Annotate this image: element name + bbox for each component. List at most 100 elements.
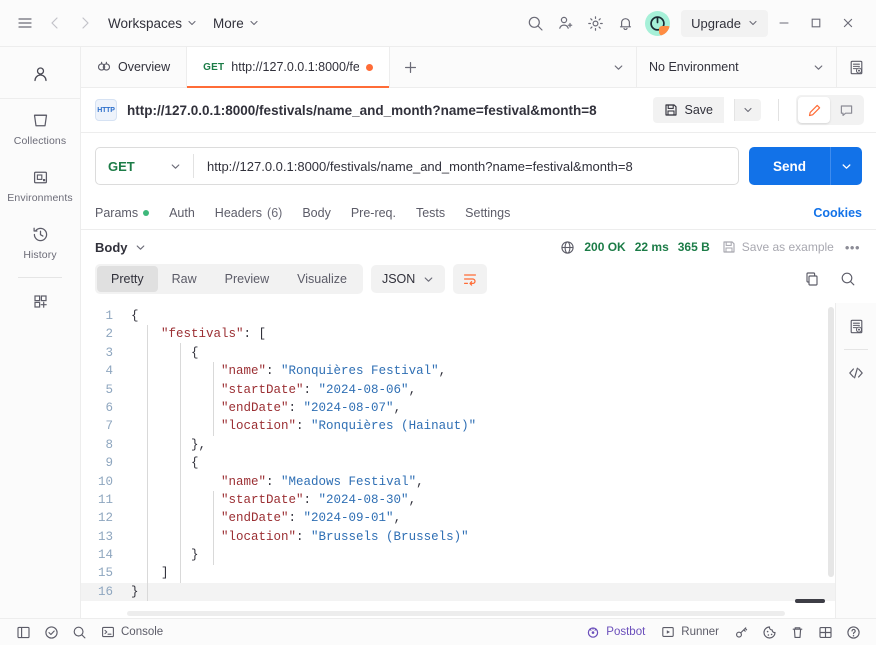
http-method-selector[interactable]: GET — [96, 148, 193, 184]
help-icon[interactable] — [840, 622, 866, 643]
save-dropdown-button[interactable] — [734, 99, 761, 121]
arrow-left-icon[interactable] — [40, 8, 70, 38]
new-tab-button[interactable] — [390, 47, 430, 87]
layout-icon[interactable] — [812, 622, 838, 643]
code-line: 14 } — [81, 546, 835, 564]
environment-selector[interactable]: No Environment — [636, 47, 836, 87]
save-disk-icon — [664, 104, 677, 116]
code-line: 2 "festivals": [ — [81, 325, 835, 343]
minimize-icon[interactable] — [768, 8, 800, 38]
tab-params[interactable]: Params — [95, 197, 159, 229]
editor-vertical-scrollbar[interactable] — [827, 303, 835, 618]
code-token-k: "location" — [221, 529, 297, 544]
code-snippet-icon[interactable] — [841, 359, 871, 387]
sidebar-item-collections[interactable]: Collections — [0, 99, 80, 156]
invite-user-icon[interactable] — [550, 8, 580, 38]
code-text: "festivals": [ — [127, 325, 266, 343]
hamburger-icon[interactable] — [10, 8, 40, 38]
sidebar-toggle-icon[interactable] — [10, 622, 36, 643]
sidebar-item-environments[interactable]: Environments — [0, 156, 80, 213]
tab-body[interactable]: Body — [292, 197, 341, 229]
send-button[interactable]: Send — [748, 147, 830, 185]
code-token-p: , — [393, 511, 402, 526]
sidebar-item-add-module[interactable] — [0, 280, 80, 320]
avatar[interactable] — [645, 10, 671, 36]
code-token-s: "Brussels (Brussels)" — [311, 529, 469, 544]
bell-icon[interactable] — [610, 8, 640, 38]
environment-quick-look-icon[interactable] — [841, 312, 871, 340]
more-menu[interactable]: More — [205, 11, 267, 36]
collections-icon — [33, 114, 47, 127]
json-code-editor[interactable]: 1{2 "festivals": [3 {4 "name": "Ronquièr… — [81, 303, 835, 618]
search-icon[interactable] — [520, 8, 550, 38]
tab-headers[interactable]: Headers (6) — [205, 197, 293, 229]
sidebar-item-profile[interactable] — [0, 55, 80, 99]
person-icon — [33, 67, 47, 82]
scrollbar-thumb[interactable] — [828, 307, 834, 577]
workspaces-menu[interactable]: Workspaces — [100, 11, 205, 36]
postbot-button[interactable]: Postbot — [579, 622, 652, 642]
code-token-p: } — [191, 548, 199, 563]
runner-button[interactable]: Runner — [654, 622, 726, 642]
request-tabs: Params Auth Headers (6) Body Pre-req. Te… — [81, 197, 876, 230]
response-body-selector[interactable]: Body — [95, 240, 146, 255]
cookies-link[interactable]: Cookies — [813, 206, 862, 220]
grid-plus-icon — [33, 295, 47, 308]
line-number: 7 — [105, 419, 113, 434]
request-name-label[interactable]: http://127.0.0.1:8000/festivals/name_and… — [127, 103, 597, 118]
search-icon[interactable] — [834, 265, 862, 293]
close-icon[interactable] — [832, 8, 864, 38]
copy-icon[interactable] — [798, 265, 826, 293]
cookies-icon[interactable] — [756, 622, 782, 643]
send-options-button[interactable] — [830, 147, 862, 185]
vault-key-icon[interactable] — [728, 622, 754, 643]
tab-settings-label: Settings — [465, 206, 511, 220]
check-circle-icon[interactable] — [38, 622, 64, 643]
comment-icon[interactable] — [830, 97, 862, 123]
search-icon[interactable] — [66, 622, 92, 643]
environment-quick-look-icon[interactable] — [836, 47, 876, 87]
tab-request-active[interactable]: GET http://127.0.0.1:8000/fe — [187, 47, 391, 88]
code-line: 1{ — [81, 307, 835, 325]
arrow-right-icon[interactable] — [70, 8, 100, 38]
url-input[interactable]: http://127.0.0.1:8000/festivals/name_and… — [194, 159, 738, 174]
tab-settings[interactable]: Settings — [455, 197, 520, 229]
code-line: 10 "name": "Meadows Festival", — [81, 473, 835, 491]
rail-divider — [844, 349, 868, 350]
upgrade-button[interactable]: Upgrade — [681, 9, 768, 37]
code-token-p: : — [296, 419, 312, 434]
save-button[interactable]: Save — [652, 97, 724, 123]
tab-pretty[interactable]: Pretty — [97, 266, 158, 292]
code-line: 3 { — [81, 344, 835, 362]
tab-prerequest[interactable]: Pre-req. — [341, 197, 406, 229]
response-language-selector[interactable]: JSON — [370, 265, 446, 293]
maximize-icon[interactable] — [800, 8, 832, 38]
code-token-s: "Meadows Festival" — [281, 474, 417, 489]
editor-horizontal-scrollbar[interactable] — [127, 599, 825, 618]
tab-tests[interactable]: Tests — [406, 197, 455, 229]
chevron-down-icon — [136, 244, 144, 250]
tab-overview[interactable]: Overview — [81, 47, 188, 87]
tab-visualize[interactable]: Visualize — [283, 266, 361, 292]
tab-preview[interactable]: Preview — [211, 266, 283, 292]
more-options-icon[interactable]: ••• — [843, 240, 862, 255]
console-button[interactable]: Console — [94, 622, 170, 642]
console-icon — [102, 626, 114, 638]
sidebar-item-history[interactable]: History — [0, 213, 80, 270]
code-line: 13 "location": "Brussels (Brussels)" — [81, 528, 835, 546]
tab-method-label: GET — [203, 61, 225, 73]
sidebar-divider — [18, 277, 62, 278]
scrollbar-thumb[interactable] — [795, 599, 825, 603]
response-size: 365 B — [677, 240, 710, 254]
tab-list-dropdown[interactable] — [600, 47, 636, 87]
tab-raw[interactable]: Raw — [158, 266, 211, 292]
gear-icon[interactable] — [580, 8, 610, 38]
wrap-lines-icon[interactable] — [453, 264, 488, 294]
save-as-example-button[interactable]: Save as example — [722, 240, 834, 254]
pencil-icon[interactable] — [798, 97, 830, 123]
trash-icon[interactable] — [784, 622, 810, 643]
response-status: 200 OK — [584, 240, 626, 254]
tab-auth[interactable]: Auth — [159, 197, 205, 229]
code-token-s: "Ronquières Festival" — [281, 364, 439, 379]
tab-prerequest-label: Pre-req. — [350, 206, 396, 220]
